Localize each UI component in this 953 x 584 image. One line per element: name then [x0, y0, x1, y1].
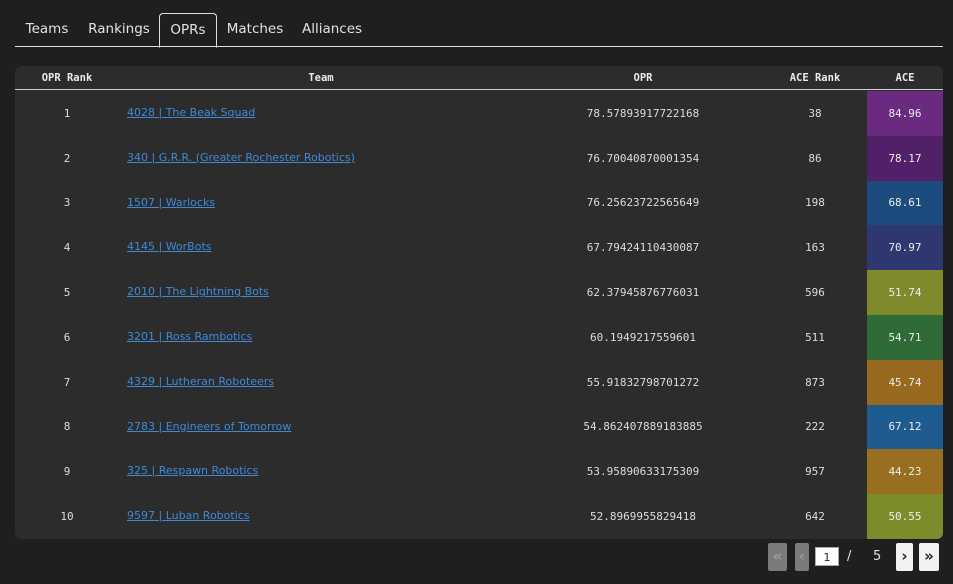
opr-cell: 76.25623722565649	[586, 196, 700, 210]
opr-rank-cell: 8	[63, 420, 71, 434]
team-link[interactable]: 340 | G.R.R. (Greater Rochester Robotics…	[127, 151, 355, 164]
opr-cell: 60.1949217559601	[590, 330, 696, 344]
table-row: 3 1507 | Warlocks 76.25623722565649 198 68.6…	[15, 180, 943, 226]
team-cell: 4145 | WorBots	[127, 235, 212, 254]
ace-rank-cell: 86	[808, 151, 822, 165]
opr-rank-cell: 5	[63, 286, 71, 300]
team-cell: 2010 | The Lightning Bots	[127, 280, 269, 299]
tab-bar: Teams Rankings OPRs Matches Alliances	[15, 13, 943, 48]
tab-matches[interactable]: Matches	[217, 13, 293, 47]
opr-rank-cell: 10	[60, 510, 74, 524]
ace-cell: 45.74	[867, 359, 943, 405]
ace-rank-cell: 163	[805, 241, 825, 255]
team-link[interactable]: 3201 | Ross Rambotics	[127, 330, 252, 343]
team-cell: 325 | Respawn Robotics	[127, 459, 258, 478]
ace-cell: 68.61	[867, 180, 943, 226]
header-ace[interactable]: ACE	[867, 66, 943, 90]
total-pages: 5	[873, 549, 882, 564]
team-link[interactable]: 1507 | Warlocks	[127, 196, 215, 209]
first-page-button[interactable]: «	[768, 543, 787, 571]
table-row: 4 4145 | WorBots 67.79424110430087 163 70.97	[15, 225, 943, 271]
table-row: 8 2783 | Engineers of Tomorrow 54.86240788…	[15, 404, 943, 450]
tab-alliances[interactable]: Alliances	[293, 13, 371, 47]
ace-rank-cell: 642	[805, 510, 825, 524]
opr-cell: 76.70040870001354	[586, 151, 700, 165]
ace-cell: 44.23	[867, 449, 943, 495]
team-link[interactable]: 2010 | The Lightning Bots	[127, 285, 269, 298]
header-opr-rank[interactable]: OPR Rank	[15, 66, 119, 90]
header-ace-rank[interactable]: ACE Rank	[763, 66, 867, 90]
prev-page-button[interactable]: ‹	[795, 543, 809, 571]
opr-cell: 67.79424110430087	[586, 241, 700, 255]
next-page-button[interactable]: ›	[896, 543, 913, 571]
opr-cell: 52.8969955829418	[590, 510, 696, 524]
team-cell: 4028 | The Beak Squad	[127, 101, 255, 120]
opr-cell: 53.95890633175309	[586, 465, 700, 479]
team-cell: 340 | G.R.R. (Greater Rochester Robotics…	[127, 146, 355, 165]
team-link[interactable]: 4028 | The Beak Squad	[127, 106, 255, 119]
team-link[interactable]: 9597 | Luban Robotics	[127, 509, 250, 522]
opr-cell: 54.862407889183885	[583, 420, 703, 434]
ace-cell: 84.96	[867, 91, 943, 136]
ace-rank-cell: 596	[805, 286, 825, 300]
opr-rank-cell: 9	[63, 465, 71, 479]
team-link[interactable]: 325 | Respawn Robotics	[127, 464, 258, 477]
ace-cell: 51.74	[867, 270, 943, 315]
table-row: 5 2010 | The Lightning Bots 62.37945876776…	[15, 270, 943, 315]
page-separator: /	[847, 549, 852, 564]
ace-rank-cell: 198	[805, 196, 825, 210]
team-link[interactable]: 4329 | Lutheran Roboteers	[127, 375, 274, 388]
table-row: 9 325 | Respawn Robotics 53.95890633175309…	[15, 449, 943, 495]
tab-rankings[interactable]: Rankings	[79, 13, 159, 47]
team-cell: 2783 | Engineers of Tomorrow	[127, 415, 291, 434]
ace-cell: 70.97	[867, 225, 943, 271]
ace-cell: 54.71	[867, 315, 943, 360]
table-row: 7 4329 | Lutheran Roboteers 55.91832798701…	[15, 359, 943, 405]
opr-rank-cell: 6	[63, 330, 71, 344]
header-team[interactable]: Team	[119, 66, 523, 90]
ace-rank-cell: 222	[805, 420, 825, 434]
ace-cell: 50.55	[867, 494, 943, 539]
table-row: 10 9597 | Luban Robotics 52.8969955829418 6…	[15, 494, 943, 539]
page-number-input[interactable]: 1	[815, 547, 839, 566]
ace-rank-cell: 38	[808, 106, 822, 120]
team-cell: 4329 | Lutheran Roboteers	[127, 370, 274, 389]
team-cell: 1507 | Warlocks	[127, 191, 215, 210]
table-row: 1 4028 | The Beak Squad 78.57893917722168 3…	[15, 91, 943, 136]
opr-cell: 62.37945876776031	[586, 286, 700, 300]
ace-cell: 78.17	[867, 135, 943, 181]
ace-rank-cell: 873	[805, 375, 825, 389]
tab-oprs[interactable]: OPRs	[159, 13, 217, 48]
opr-rank-cell: 4	[63, 241, 71, 255]
team-cell: 9597 | Luban Robotics	[127, 504, 250, 523]
opr-table: OPR Rank Team OPR ACE Rank ACE 1 4028 | T…	[15, 66, 943, 539]
table-row: 6 3201 | Ross Rambotics 60.1949217559601 51…	[15, 315, 943, 360]
table-row: 2 340 | G.R.R. (Greater Rochester Robotic…	[15, 135, 943, 181]
opr-rank-cell: 2	[63, 151, 71, 165]
opr-rank-cell: 1	[63, 106, 71, 120]
opr-cell: 55.91832798701272	[586, 375, 700, 389]
ace-cell: 67.12	[867, 404, 943, 450]
opr-rank-cell: 7	[63, 375, 71, 389]
team-cell: 3201 | Ross Rambotics	[127, 325, 252, 344]
team-link[interactable]: 4145 | WorBots	[127, 240, 212, 253]
header-opr[interactable]: OPR	[523, 66, 763, 90]
team-link[interactable]: 2783 | Engineers of Tomorrow	[127, 420, 291, 433]
opr-cell: 78.57893917722168	[586, 106, 700, 120]
opr-rank-cell: 3	[63, 196, 71, 210]
ace-rank-cell: 957	[805, 465, 825, 479]
table-header: OPR Rank Team OPR ACE Rank ACE	[15, 66, 943, 90]
ace-rank-cell: 511	[805, 330, 825, 344]
tab-teams[interactable]: Teams	[15, 13, 79, 47]
last-page-button[interactable]: »	[919, 543, 939, 571]
